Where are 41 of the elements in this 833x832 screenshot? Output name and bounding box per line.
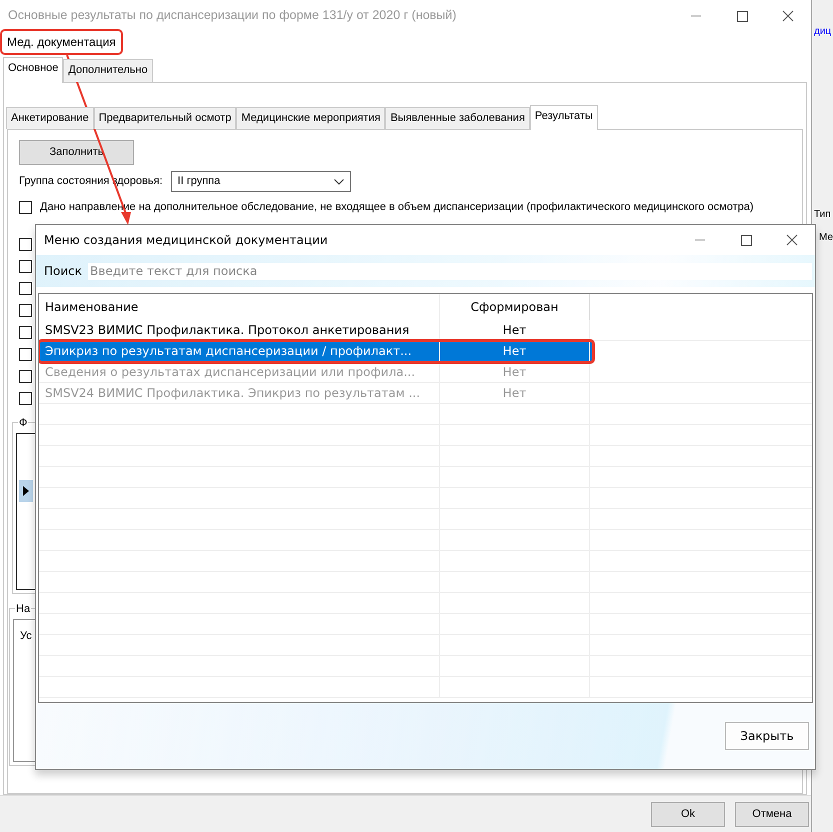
tab[interactable]: Выявленные заболевания xyxy=(385,106,530,129)
tab[interactable]: Медицинские мероприятия xyxy=(236,106,386,129)
checkbox[interactable] xyxy=(19,260,32,272)
checkbox[interactable] xyxy=(19,200,32,214)
table-row[interactable]: Эпикриз по результатам диспансеризации / профилакт... Нет xyxy=(39,341,593,362)
dialog-title: Меню создания медицинской документации xyxy=(44,232,328,249)
table-cell: SMSV24 ВИМИС Профилактика. Эпикриз по результатам ... xyxy=(39,383,440,403)
search-field[interactable]: Введите текст для поиска xyxy=(88,262,812,280)
checkbox[interactable] xyxy=(19,304,32,316)
checkbox[interactable] xyxy=(19,238,32,250)
table-cell: Сведения о результатах диспансеризации или профила... xyxy=(39,362,440,382)
tab[interactable]: Результаты xyxy=(530,104,598,130)
column-header[interactable]: Наименование xyxy=(39,294,440,320)
fill-button[interactable]: Заполнить xyxy=(19,140,134,165)
close-button[interactable]: Закрыть xyxy=(725,722,809,750)
column-header[interactable]: Сформирован xyxy=(440,294,590,320)
table-cell: Нет xyxy=(440,362,590,382)
checkbox[interactable] xyxy=(19,326,32,338)
chevron-icon xyxy=(334,178,344,184)
checkbox[interactable] xyxy=(19,392,32,404)
checkbox[interactable] xyxy=(19,348,32,360)
link-text: диц xyxy=(814,25,832,39)
checkbox[interactable] xyxy=(19,282,32,294)
menu-item[interactable]: Мед. документация xyxy=(2,31,121,53)
table-cell: Эпикриз по результатам диспансеризации / профилакт... xyxy=(39,341,440,361)
tab[interactable]: Анкетирование xyxy=(6,106,94,129)
dialog-button[interactable]: Ok xyxy=(651,802,725,826)
dialog-button[interactable]: Отмена xyxy=(735,802,809,826)
dropdown-field[interactable]: II группа xyxy=(170,171,351,192)
row-pointer-icon xyxy=(23,486,29,496)
tab[interactable]: Дополнительно xyxy=(63,59,153,82)
tab[interactable]: Предварительный осмотр xyxy=(94,106,236,129)
table-cell-text: Ме xyxy=(819,231,833,245)
table-cell: Нет xyxy=(440,383,590,403)
table-cell: Нет xyxy=(440,341,590,361)
search-label: Поиск xyxy=(44,263,82,280)
column-header: Ус xyxy=(20,630,32,642)
tab[interactable]: Основное xyxy=(3,57,64,82)
window-title: Основные результаты по диспансеризации по форме 131/у от 2020 г (новый) xyxy=(8,7,456,24)
column-header: Тип xyxy=(814,208,832,222)
checkbox[interactable] xyxy=(19,370,32,382)
